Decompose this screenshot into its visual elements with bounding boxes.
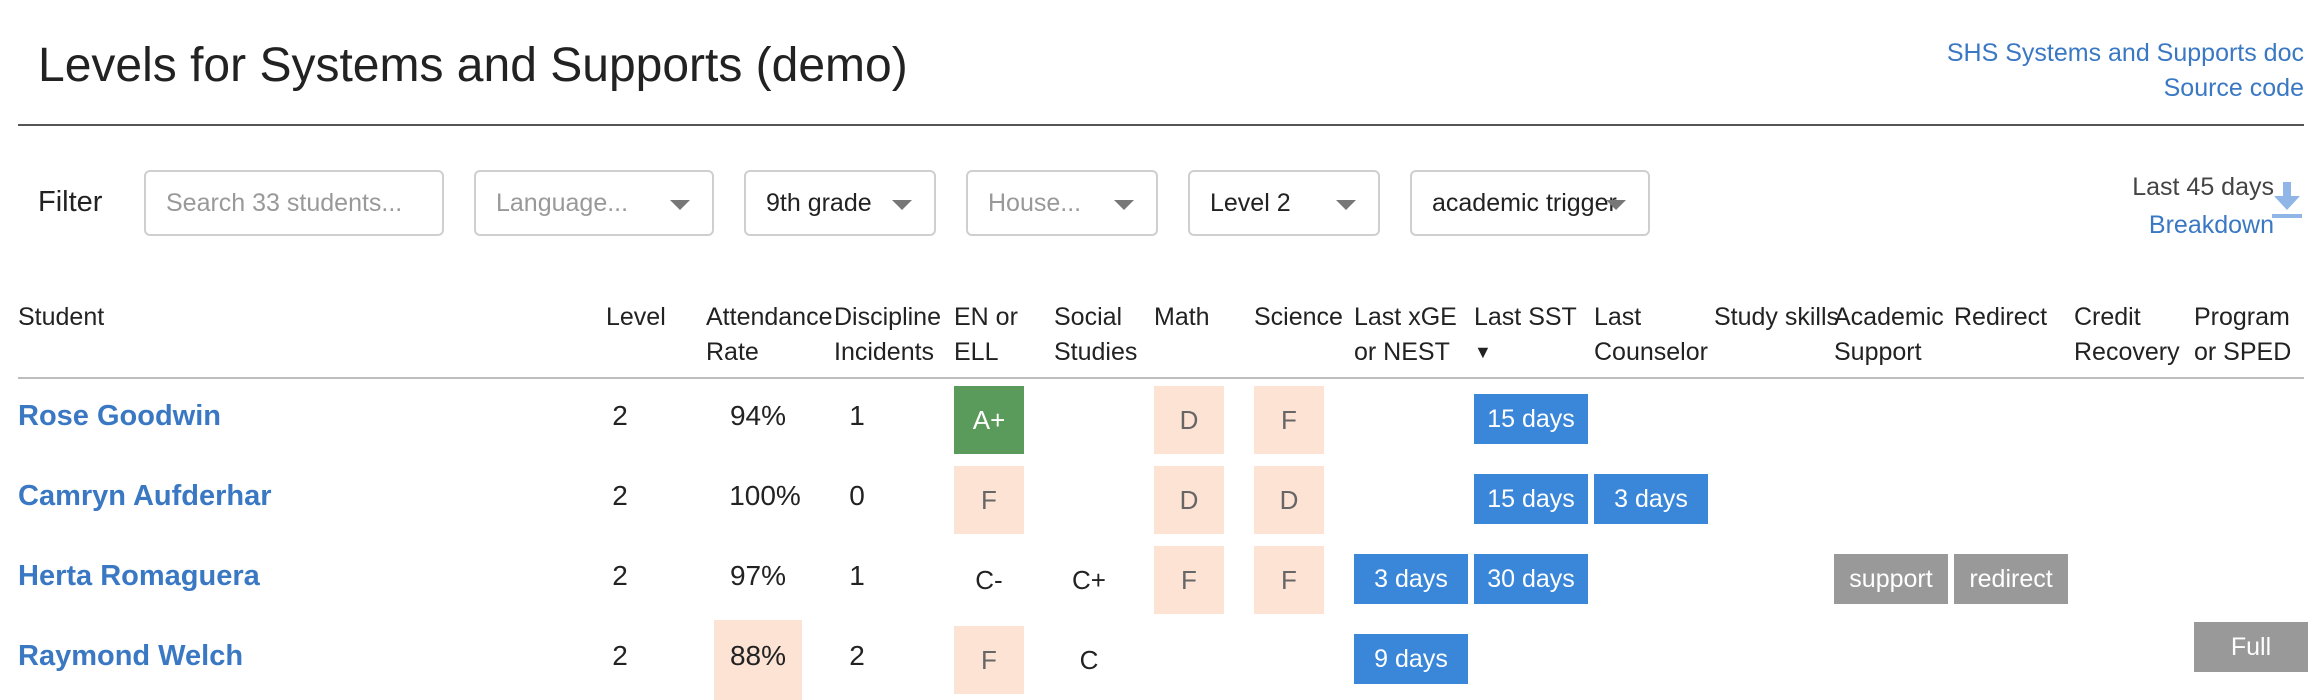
page-title: Levels for Systems and Supports (demo) xyxy=(38,39,908,92)
col-en-ell[interactable]: EN or ELL xyxy=(954,300,1018,370)
chevron-down-icon xyxy=(670,200,690,210)
chevron-down-icon xyxy=(1114,200,1134,210)
col-math[interactable]: Math xyxy=(1154,300,1210,335)
house-select[interactable]: House... xyxy=(966,170,1158,236)
sst-badge[interactable]: 15 days xyxy=(1474,394,1588,444)
filter-label: Filter xyxy=(38,186,103,218)
col-science[interactable]: Science xyxy=(1254,300,1343,335)
table-row: Herta Romaguera 2 97% 1 C- C+ F F 3 days… xyxy=(0,540,2322,620)
col-social-studies[interactable]: Social Studies xyxy=(1054,300,1137,370)
table-row: Raymond Welch 2 88% 2 F C 9 days Full xyxy=(0,620,2322,700)
table-row: Camryn Aufderhar 2 100% 0 F D D 15 days … xyxy=(0,460,2322,540)
col-academic-support[interactable]: Academic Support xyxy=(1834,300,1944,370)
chevron-down-icon xyxy=(1606,200,1626,210)
level-cell: 2 xyxy=(612,400,628,431)
col-last-counselor[interactable]: Last Counselor xyxy=(1594,300,1708,370)
student-name-link[interactable]: Raymond Welch xyxy=(18,640,243,673)
science-grade: F xyxy=(1254,546,1324,614)
redirect-badge[interactable]: redirect xyxy=(1954,554,2068,604)
science-grade: D xyxy=(1254,466,1324,534)
col-level[interactable]: Level xyxy=(606,300,666,335)
ell-grade: C- xyxy=(975,565,1003,595)
period-label: Last 45 days xyxy=(2132,173,2274,201)
xge-badge[interactable]: 3 days xyxy=(1354,554,1468,604)
attendance-cell: 100% xyxy=(729,480,801,511)
level-cell: 2 xyxy=(612,640,628,671)
breakdown-link[interactable]: Breakdown xyxy=(2132,206,2274,244)
language-select[interactable]: Language... xyxy=(474,170,714,236)
math-grade: D xyxy=(1154,386,1224,454)
col-discipline[interactable]: Discipline Incidents xyxy=(834,300,941,370)
ell-grade: F xyxy=(954,626,1024,694)
download-icon[interactable] xyxy=(2270,180,2304,220)
ell-grade: F xyxy=(954,466,1024,534)
level-select[interactable]: Level 2 xyxy=(1188,170,1380,236)
header-divider xyxy=(18,124,2304,126)
col-credit-recovery[interactable]: Credit Recovery xyxy=(2074,300,2180,370)
counselor-badge[interactable]: 3 days xyxy=(1594,474,1708,524)
student-name-link[interactable]: Herta Romaguera xyxy=(18,560,260,593)
attendance-cell: 94% xyxy=(729,400,787,431)
math-grade: D xyxy=(1154,466,1224,534)
level-cell: 2 xyxy=(612,560,628,591)
col-last-xge[interactable]: Last xGE or NEST xyxy=(1354,300,1457,370)
student-name-link[interactable]: Rose Goodwin xyxy=(18,400,221,433)
col-program[interactable]: Program or SPED xyxy=(2194,300,2291,370)
program-badge[interactable]: Full xyxy=(2194,622,2308,672)
discipline-cell: 1 xyxy=(849,560,865,591)
discipline-cell: 2 xyxy=(849,640,865,671)
sst-badge[interactable]: 15 days xyxy=(1474,474,1588,524)
col-study-skills[interactable]: Study skills xyxy=(1714,300,1839,335)
source-code-link[interactable]: Source code xyxy=(1947,71,2304,106)
science-grade: F xyxy=(1254,386,1324,454)
support-badge[interactable]: support xyxy=(1834,554,1948,604)
systems-doc-link[interactable]: SHS Systems and Supports doc xyxy=(1947,36,2304,71)
student-name-link[interactable]: Camryn Aufderhar xyxy=(18,480,272,513)
grade-select[interactable]: 9th grade xyxy=(744,170,936,236)
period-info: Last 45 days Breakdown xyxy=(2132,168,2274,244)
sst-badge[interactable]: 30 days xyxy=(1474,554,1588,604)
chevron-down-icon xyxy=(1336,200,1356,210)
attendance-cell: 88% xyxy=(729,640,787,671)
ell-grade: A+ xyxy=(954,386,1024,454)
search-input[interactable]: Search 33 students... xyxy=(144,170,444,236)
social-studies-grade: C+ xyxy=(1072,565,1106,595)
trigger-select[interactable]: academic trigger xyxy=(1410,170,1650,236)
col-student[interactable]: Student xyxy=(18,300,104,335)
col-last-sst[interactable]: Last SST ▼ xyxy=(1474,300,1577,370)
sort-desc-icon: ▼ xyxy=(1474,342,1492,362)
social-studies-grade: C xyxy=(1079,645,1099,675)
col-redirect[interactable]: Redirect xyxy=(1954,300,2047,335)
xge-badge[interactable]: 9 days xyxy=(1354,634,1468,684)
discipline-cell: 0 xyxy=(849,480,865,511)
attendance-cell: 97% xyxy=(729,560,787,591)
table-row: Rose Goodwin 2 94% 1 A+ D F 15 days xyxy=(0,380,2322,460)
header-links: SHS Systems and Supports doc Source code xyxy=(1947,36,2304,106)
table-header-divider xyxy=(18,377,2304,379)
math-grade: F xyxy=(1154,546,1224,614)
discipline-cell: 1 xyxy=(849,400,865,431)
col-attendance[interactable]: Attendance Rate xyxy=(706,300,833,370)
chevron-down-icon xyxy=(892,200,912,210)
level-cell: 2 xyxy=(612,480,628,511)
